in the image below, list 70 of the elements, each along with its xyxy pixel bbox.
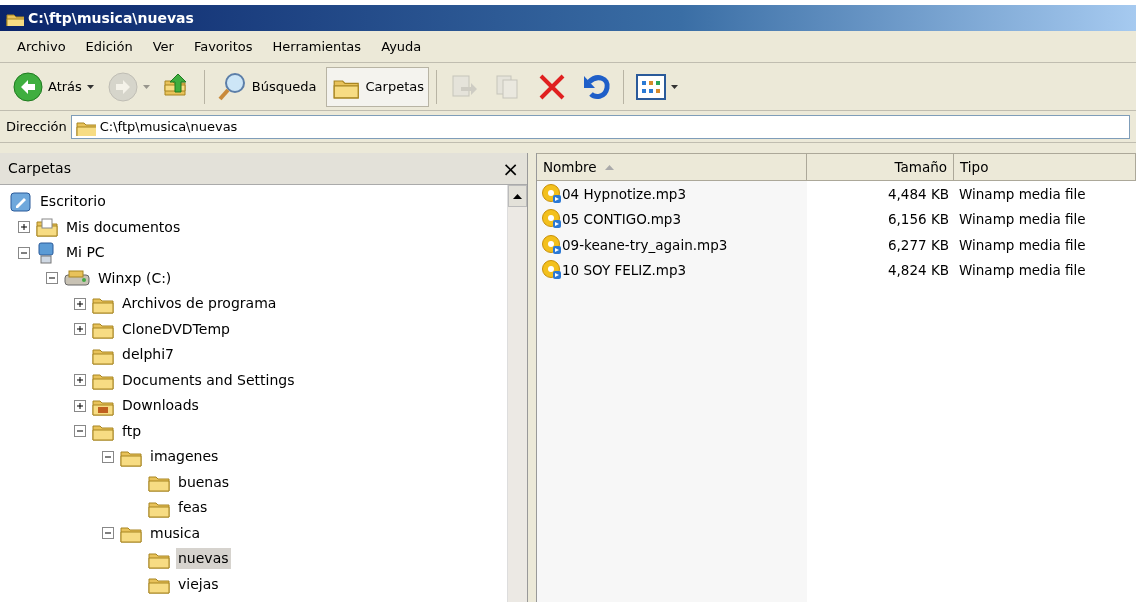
file-size: 4,484 KB [887, 184, 949, 204]
audio-file-icon [542, 260, 562, 281]
tree-item[interactable]: Escritorio [38, 191, 108, 213]
address-field[interactable]: C:\ftp\musica\nuevas [70, 114, 1130, 139]
tree-item[interactable]: ftp [120, 420, 144, 442]
tree-item[interactable]: delphi7 [120, 344, 176, 366]
file-name[interactable]: 09-keane-try_again.mp3 [562, 234, 728, 255]
column-header[interactable]: Tipo [954, 153, 1136, 181]
file-name[interactable]: 10 SOY FELIZ.mp3 [562, 260, 687, 281]
file-type: Winamp media file [959, 184, 1086, 204]
menu-item[interactable]: Archivo [8, 34, 75, 59]
audio-file-icon [542, 183, 562, 204]
menu-item[interactable]: Edición [76, 34, 142, 59]
sort-arrow-icon [604, 164, 614, 170]
file-name[interactable]: 04 Hypnotize.mp3 [562, 183, 687, 204]
collapse-icon[interactable] [46, 272, 58, 285]
column-header[interactable]: Nombre [537, 153, 807, 181]
expand-icon[interactable] [74, 323, 86, 336]
expand-icon[interactable] [74, 297, 86, 310]
tree-item[interactable]: feas [176, 497, 210, 519]
collapse-icon[interactable] [102, 527, 114, 540]
tree-item[interactable]: viejas [176, 573, 221, 595]
address-label: Dirección [6, 117, 67, 136]
tree-item[interactable]: nuevas [176, 548, 231, 570]
documents-icon [36, 217, 58, 238]
file-size: 6,277 KB [887, 235, 949, 255]
expand-icon[interactable] [18, 221, 30, 234]
file-type: Winamp media file [959, 261, 1086, 281]
audio-file-icon [542, 209, 562, 230]
file-size: 6,156 KB [887, 210, 949, 230]
back-button[interactable]: Atrás [8, 66, 99, 107]
collapse-icon[interactable] [74, 425, 86, 438]
tree-item[interactable]: Mis documentos [64, 216, 183, 238]
audio-file-icon [542, 234, 562, 255]
tree-item[interactable]: musica [148, 522, 202, 544]
folders-button[interactable]: Carpetas [325, 66, 429, 107]
scrollbar[interactable] [507, 185, 527, 602]
desktop-icon [10, 191, 32, 212]
search-icon [216, 71, 247, 102]
caret-icon [142, 84, 150, 89]
menu-item[interactable]: Ver [143, 34, 183, 59]
collapse-icon[interactable] [102, 450, 114, 463]
tree-item[interactable]: Mi PC [64, 242, 107, 264]
tree-item[interactable]: buenas [176, 471, 232, 493]
file-type: Winamp media file [959, 210, 1086, 230]
menu-item[interactable]: Favoritos [184, 34, 262, 59]
file-type: Winamp media file [959, 235, 1086, 255]
tree-item[interactable]: imagenes [148, 446, 221, 468]
caret-icon [86, 84, 94, 89]
file-name[interactable]: 05 CONTIGO.mp3 [562, 209, 681, 230]
collapse-icon[interactable] [18, 246, 30, 259]
tree-item[interactable]: Archivos de programa [120, 293, 279, 315]
tree-item[interactable]: CloneDVDTemp [120, 318, 232, 340]
views-icon [636, 73, 666, 100]
menu-item[interactable]: Ayuda [372, 34, 431, 59]
scroll-up-icon [513, 193, 522, 199]
pane-title: Carpetas [8, 159, 71, 178]
drive-icon [64, 268, 90, 289]
file-size: 4,824 KB [887, 261, 949, 281]
column-header[interactable]: Tamaño [807, 153, 954, 181]
menu-item[interactable]: Herramientas [263, 34, 371, 59]
window-title: C:\ftp\musica\nuevas [28, 8, 194, 28]
close-button[interactable]: × [502, 153, 519, 184]
tree-item[interactable]: Documents and Settings [120, 369, 297, 391]
caret-icon [671, 84, 678, 89]
search-button[interactable]: Búsqueda [211, 66, 322, 107]
expand-icon[interactable] [74, 374, 86, 387]
tree-item[interactable]: Downloads [120, 395, 201, 417]
tree-item[interactable]: Winxp (C:) [96, 267, 174, 289]
expand-icon[interactable] [74, 399, 86, 412]
